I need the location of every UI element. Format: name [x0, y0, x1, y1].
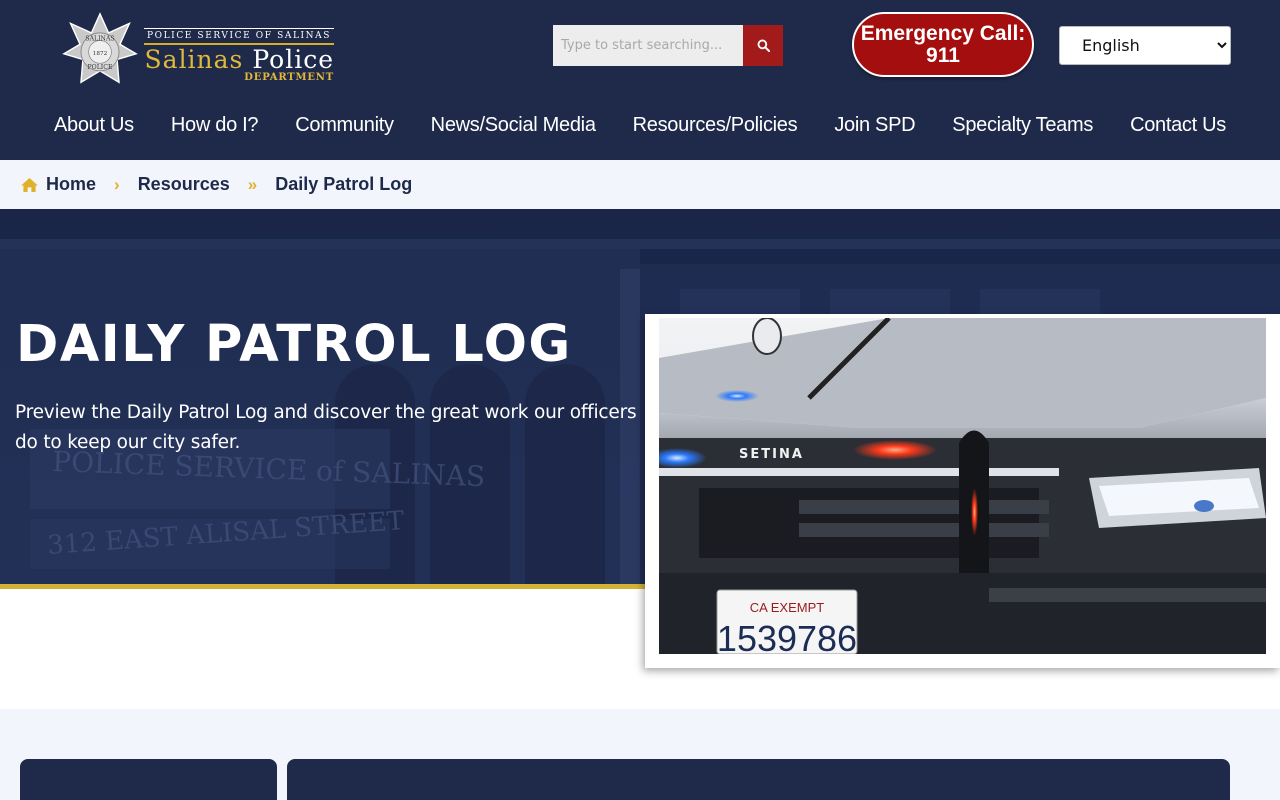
hero-photo-card: SETINA CA EXEMPT 1539786 — [645, 314, 1280, 668]
breadcrumb-current: Daily Patrol Log — [275, 174, 413, 194]
nav-specialty-teams[interactable]: Specialty Teams — [952, 108, 1093, 142]
emergency-label: Emergency Call: — [860, 22, 1026, 45]
plate-header: CA EXEMPT — [750, 600, 824, 615]
page-title: DAILY PATROL LOG — [16, 315, 572, 374]
sidebar-card — [20, 759, 277, 800]
nav-resources-policies[interactable]: Resources/Policies — [633, 108, 798, 142]
search-form — [553, 25, 783, 66]
home-icon — [21, 177, 38, 192]
breadcrumb: Home › Resources » Daily Patrol Log — [0, 160, 1280, 209]
police-badge-icon: SALINAS 1872 POLICE — [62, 12, 138, 84]
logo-wordmark: POLICE SERVICE OF SALINAS Salinas Police… — [144, 18, 334, 83]
nav-community[interactable]: Community — [295, 108, 394, 142]
grille-text: SETINA — [739, 447, 804, 462]
breadcrumb-home[interactable]: Home — [46, 174, 96, 195]
language-select[interactable]: English — [1059, 26, 1231, 65]
main-content-card — [287, 759, 1230, 800]
breadcrumb-resources[interactable]: Resources — [138, 174, 230, 195]
logo-name-part2: Police — [252, 44, 334, 74]
logo-name: Salinas Police — [144, 45, 334, 75]
logo-name-part1: Salinas — [144, 44, 244, 74]
plate-number: 1539786 — [717, 618, 857, 654]
emergency-call-button[interactable]: Emergency Call: 911 — [852, 12, 1034, 77]
search-icon — [757, 39, 770, 52]
main-nav: About Us How do I? Community News/Social… — [0, 108, 1280, 142]
police-car-photo: SETINA CA EXEMPT 1539786 — [659, 318, 1266, 654]
site-header: SALINAS 1872 POLICE POLICE SERVICE OF SA… — [0, 0, 1280, 160]
badge-text-bottom: POLICE — [88, 64, 113, 71]
search-button[interactable] — [743, 25, 783, 66]
badge-text-top: SALINAS — [85, 36, 114, 43]
emergency-number: 911 — [926, 44, 960, 67]
chevron-right-icon: › — [114, 174, 120, 194]
nav-how-do-i[interactable]: How do I? — [171, 108, 259, 142]
site-logo[interactable]: SALINAS 1872 POLICE POLICE SERVICE OF SA… — [62, 12, 334, 88]
nav-join-spd[interactable]: Join SPD — [834, 108, 915, 142]
logo-tagline: POLICE SERVICE OF SALINAS — [144, 27, 334, 45]
nav-news-social-media[interactable]: News/Social Media — [431, 108, 596, 142]
nav-about-us[interactable]: About Us — [54, 108, 134, 142]
search-input[interactable] — [553, 25, 743, 66]
badge-year: 1872 — [93, 51, 108, 57]
double-chevron-right-icon: » — [247, 174, 258, 194]
page-subtitle: Preview the Daily Patrol Log and discove… — [15, 402, 637, 453]
nav-contact-us[interactable]: Contact Us — [1130, 108, 1226, 142]
